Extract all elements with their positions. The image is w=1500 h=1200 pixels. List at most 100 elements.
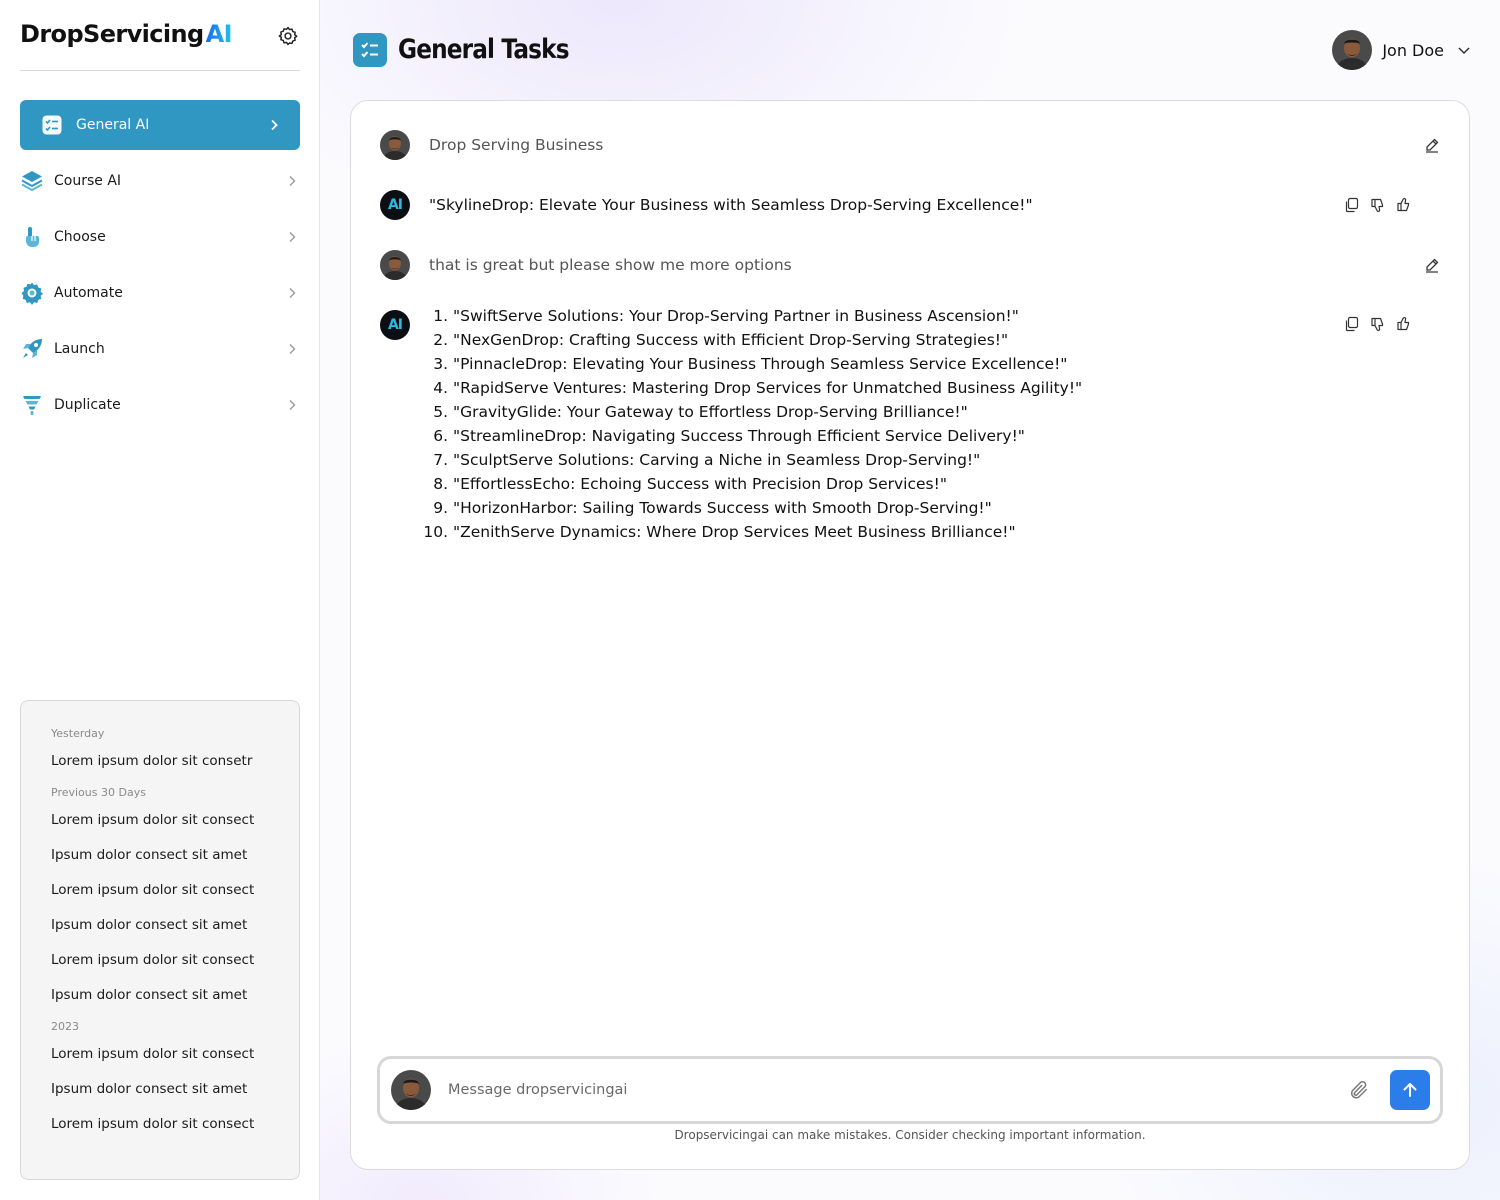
list-item: 3. "PinnacleDrop: Elevating Your Business… [429, 352, 1082, 376]
attach-button[interactable] [1346, 1077, 1372, 1103]
history-item[interactable]: Ipsum dolor consect sit amet [51, 1075, 299, 1110]
message-actions [1422, 135, 1442, 155]
edit-button[interactable] [1422, 255, 1442, 275]
nav-item-course-ai[interactable]: Course AI [20, 156, 300, 206]
history-item[interactable]: Lorem ipsum dolor sit consect [51, 1110, 299, 1145]
copy-button[interactable] [1342, 195, 1362, 215]
settings-button[interactable] [274, 22, 302, 50]
thumbs-down-icon [1371, 317, 1384, 331]
copy-icon [1345, 197, 1359, 213]
list-item: 1. "SwiftServe Solutions: Your Drop-Servi… [429, 304, 1082, 328]
options-list: 1. "SwiftServe Solutions: Your Drop-Servi… [423, 304, 1082, 544]
chat-message-ai: AI "SkylineDrop: Elevate Your Business w… [380, 190, 1442, 220]
history-group-previous-30-days: Previous 30 Days Lorem ipsum dolor sit c… [51, 786, 299, 1016]
chevron-right-icon [289, 176, 296, 186]
list-item: 2. "NexGenDrop: Crafting Success with Eff… [429, 328, 1082, 352]
thumbs-up-icon [1397, 198, 1410, 212]
list-item: 5. "GravityGlide: Your Gateway to Effortl… [429, 400, 1082, 424]
chat-history-panel: Yesterday Lorem ipsum dolor sit consetr … [20, 700, 300, 1180]
chat-message-user: that is great but please show me more op… [380, 250, 1442, 280]
history-item[interactable]: Lorem ipsum dolor sit consect [51, 946, 299, 981]
checklist-icon [353, 33, 387, 67]
history-group-yesterday: Yesterday Lorem ipsum dolor sit consetr [51, 727, 299, 782]
nav-label-general-ai: General AI [76, 117, 150, 133]
copy-button[interactable] [1342, 314, 1362, 334]
ai-avatar: AI [380, 190, 410, 220]
list-item: 8. "EffortlessEcho: Echoing Success with … [429, 472, 1082, 496]
checklist-icon [40, 113, 64, 137]
list-item: 7. "SculptServe Solutions: Carving a Nich… [429, 448, 1082, 472]
brand-logo[interactable]: DropServicing AI [20, 16, 233, 52]
message-input[interactable] [448, 1077, 1328, 1103]
chat-message-ai: AI 1. "SwiftServe Solutions: Your Drop-Se… [380, 304, 1442, 554]
chat-panel: Drop Serving Business AI "SkylineDrop: E… [350, 100, 1470, 1170]
list-item: 6. "StreamlineDrop: Navigating Success Th… [429, 424, 1082, 448]
dislike-button[interactable] [1368, 314, 1388, 334]
nav-item-automate[interactable]: Automate [20, 268, 300, 318]
brand-divider [20, 70, 300, 71]
list-item: 10. "ZenithServe Dynamics: Where Drop Ser… [423, 520, 1082, 544]
option-text: "SculptServe Solutions: Carving a Niche … [453, 451, 981, 469]
gear-cycle-icon [20, 281, 44, 305]
user-avatar [1332, 30, 1373, 70]
history-group-label: Yesterday [51, 727, 105, 740]
nav-item-launch[interactable]: Launch [20, 324, 300, 374]
ai-avatar-label: AI [387, 197, 403, 213]
history-item[interactable]: Lorem ipsum dolor sit consect [51, 876, 299, 911]
chevron-right-icon [289, 288, 296, 298]
chevron-right-icon [289, 344, 296, 354]
history-group-2023: 2023 Lorem ipsum dolor sit consect Ipsum… [51, 1020, 299, 1145]
history-item[interactable]: Ipsum dolor consect sit amet [51, 841, 299, 876]
like-button[interactable] [1394, 314, 1414, 334]
option-text: "EffortlessEcho: Echoing Success with Pr… [453, 475, 947, 493]
sidebar: DropServicing AI General AI Course AI Ch… [0, 0, 320, 1200]
funnel-icon [20, 393, 44, 417]
nav-item-choose[interactable]: Choose [20, 212, 300, 262]
disclaimer-text: Dropservicingai can make mistakes. Consi… [674, 1128, 1146, 1142]
user-avatar [380, 250, 410, 280]
pencil-icon [1426, 138, 1439, 153]
dislike-button[interactable] [1368, 195, 1388, 215]
page-title: General Tasks [398, 34, 570, 65]
send-button[interactable] [1390, 1070, 1430, 1110]
option-text: "StreamlineDrop: Navigating Success Thro… [453, 427, 1025, 445]
nav-label-launch: Launch [54, 341, 105, 357]
nav-label-automate: Automate [54, 285, 123, 301]
layers-icon [20, 169, 44, 193]
history-item[interactable]: Lorem ipsum dolor sit consect [51, 806, 299, 841]
user-avatar [380, 130, 410, 160]
user-menu[interactable]: Jon Doe [1332, 30, 1472, 70]
rocket-icon [20, 337, 44, 361]
option-text: "NexGenDrop: Crafting Success with Effic… [453, 331, 1009, 349]
thumbs-down-icon [1371, 198, 1384, 212]
nav-label-choose: Choose [54, 229, 106, 245]
message-text: that is great but please show me more op… [429, 256, 792, 274]
option-text: "PinnacleDrop: Elevating Your Business T… [453, 355, 1068, 373]
user-name: Jon Doe [1382, 40, 1444, 60]
history-group-label: 2023 [51, 1020, 79, 1033]
message-actions [1342, 195, 1414, 215]
history-item[interactable]: Lorem ipsum dolor sit consect [51, 1040, 299, 1075]
option-text: "SwiftServe Solutions: Your Drop-Serving… [453, 307, 1019, 325]
chevron-down-icon [1458, 47, 1470, 55]
chevron-right-icon [271, 119, 278, 131]
brand-suffix: AI [205, 20, 233, 48]
message-actions [1342, 314, 1414, 334]
message-actions [1422, 255, 1442, 275]
edit-button[interactable] [1422, 135, 1442, 155]
like-button[interactable] [1394, 195, 1414, 215]
pointer-hand-icon [20, 225, 44, 249]
history-item[interactable]: Ipsum dolor consect sit amet [51, 911, 299, 946]
nav-label-duplicate: Duplicate [54, 397, 121, 413]
chevron-right-icon [289, 232, 296, 242]
nav-item-duplicate[interactable]: Duplicate [20, 380, 300, 430]
option-text: "GravityGlide: Your Gateway to Effortles… [453, 403, 968, 421]
main-nav: General AI Course AI Choose Automate Lau… [20, 100, 300, 436]
arrow-up-icon [1403, 1083, 1417, 1097]
nav-label-course-ai: Course AI [54, 173, 122, 189]
history-group-label: Previous 30 Days [51, 786, 146, 799]
thumbs-up-icon [1397, 317, 1410, 331]
nav-item-general-ai[interactable]: General AI [20, 100, 300, 150]
history-item[interactable]: Ipsum dolor consect sit amet [51, 981, 299, 1016]
history-item[interactable]: Lorem ipsum dolor sit consetr [51, 747, 299, 782]
